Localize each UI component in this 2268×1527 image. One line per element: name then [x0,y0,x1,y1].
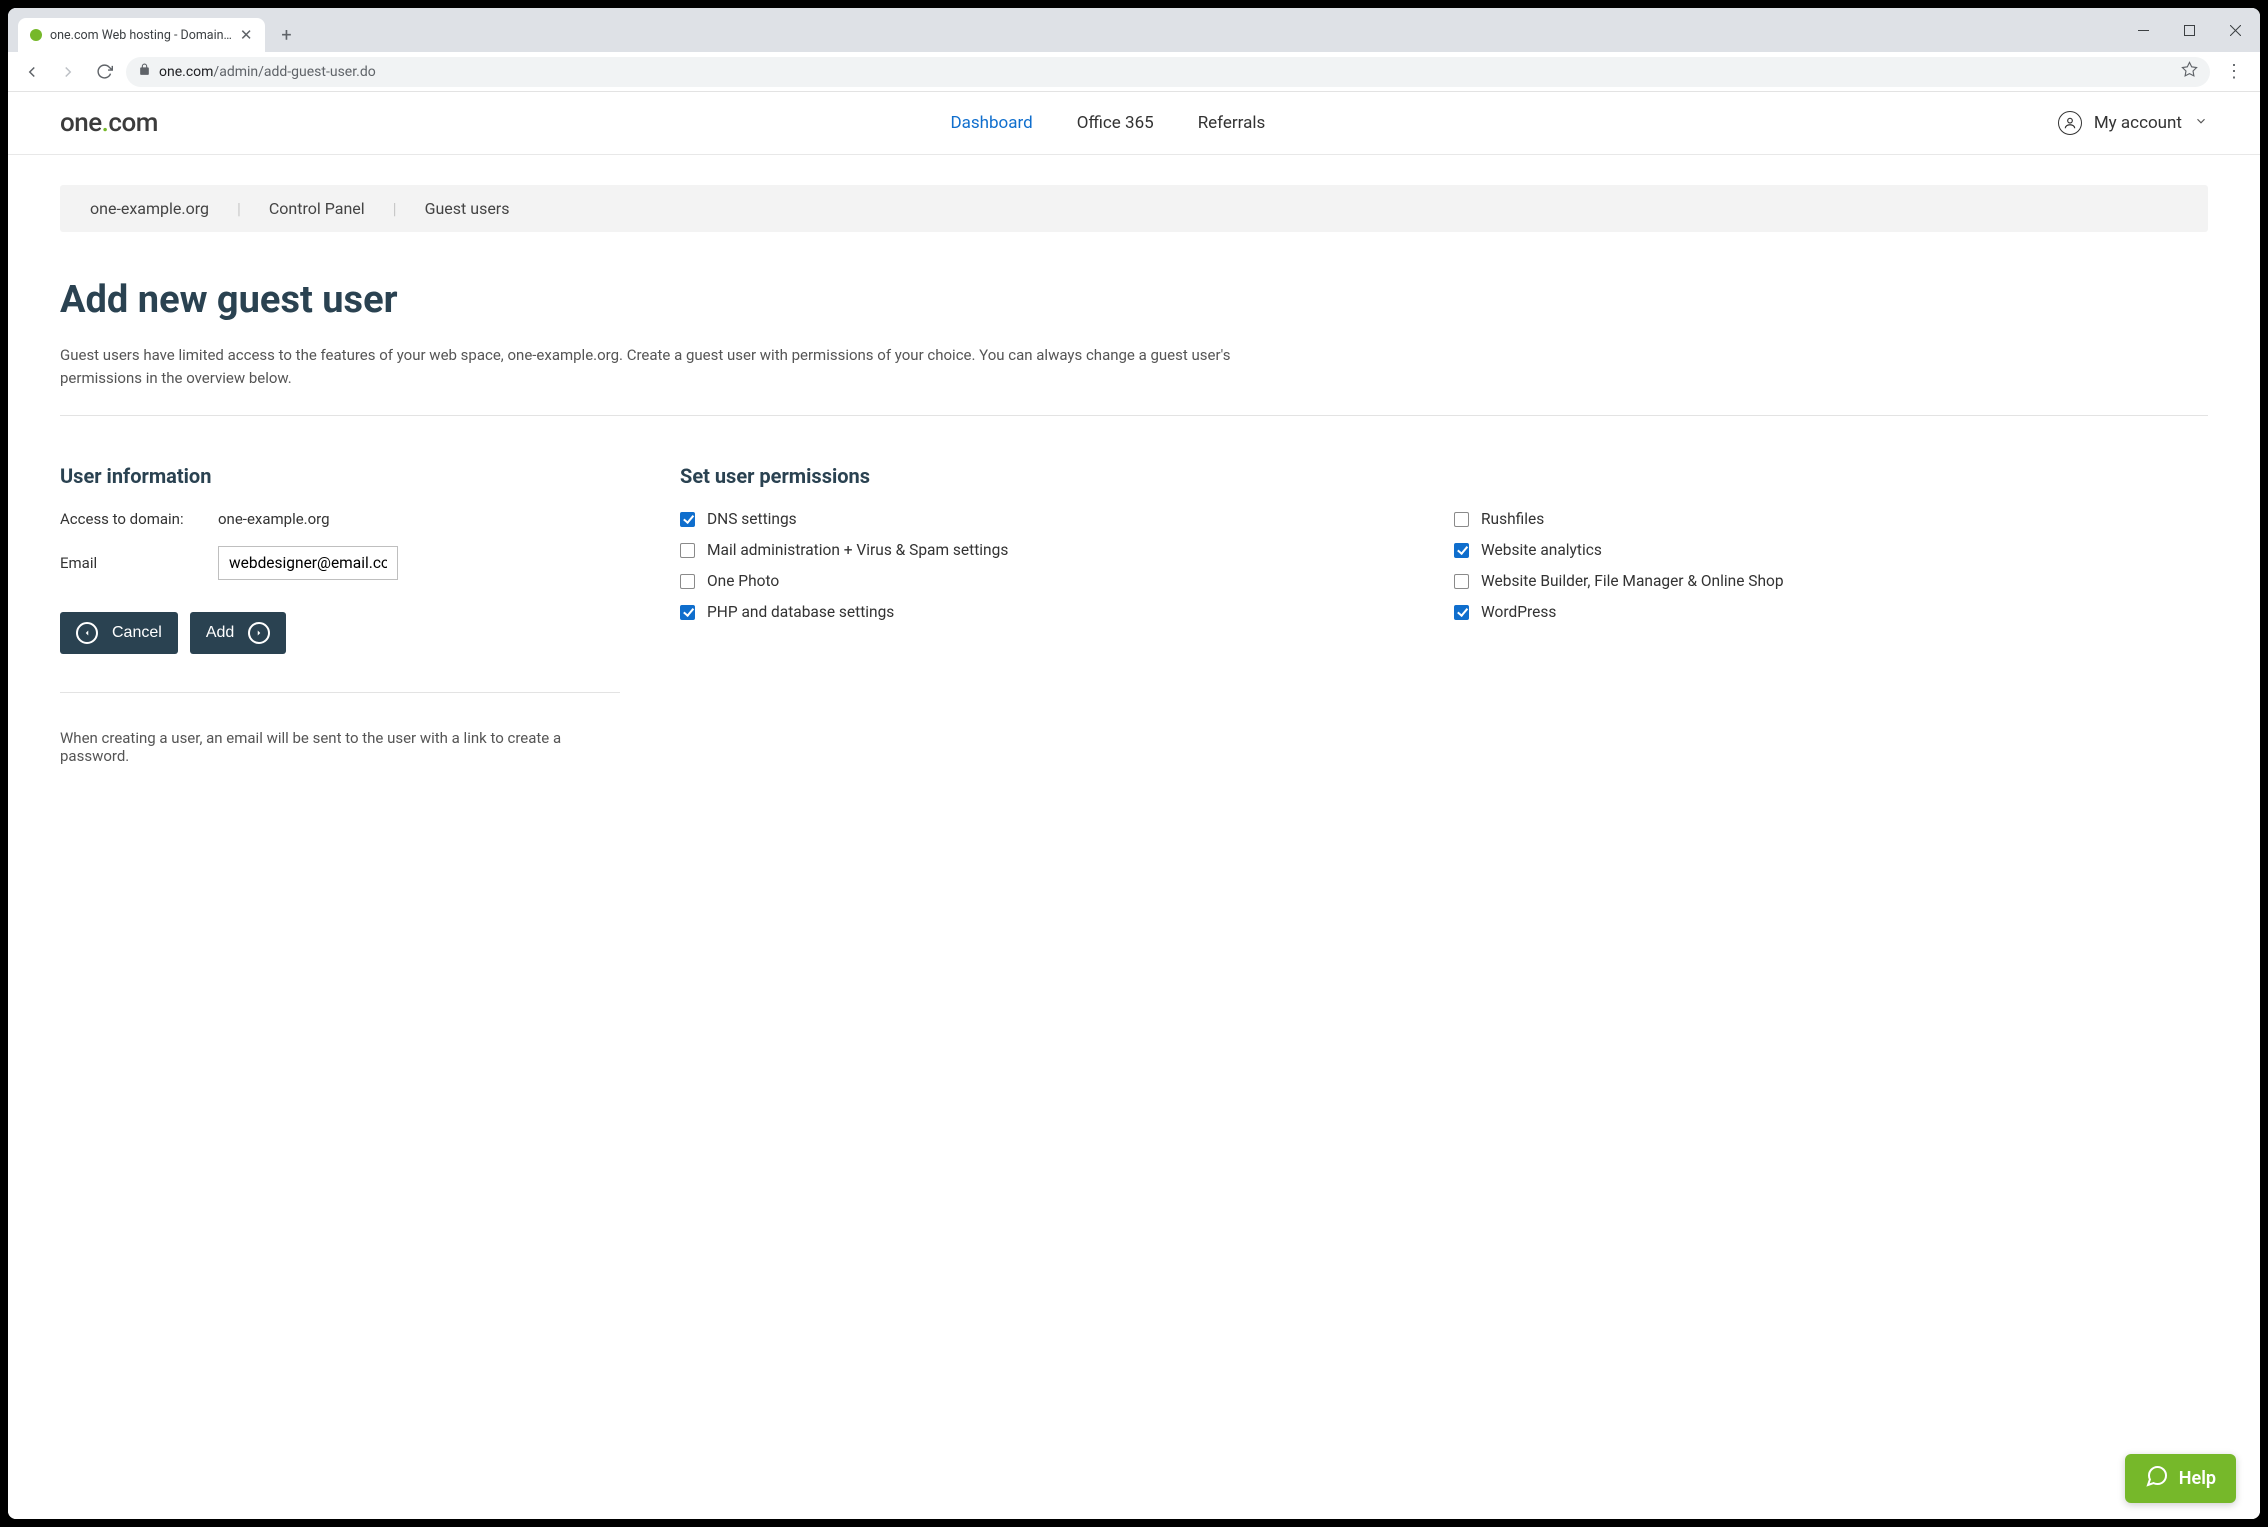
cancel-button[interactable]: Cancel [60,612,178,654]
logo[interactable]: one.com [60,108,158,138]
checkbox[interactable] [1454,543,1469,558]
permission-label: PHP and database settings [707,603,894,621]
user-info-heading: User information [60,464,620,488]
divider [60,692,620,693]
favicon [30,29,42,41]
checkbox[interactable] [680,512,695,527]
checkbox[interactable] [680,574,695,589]
permission-label: Mail administration + Virus & Spam setti… [707,541,1008,559]
breadcrumb-control-panel[interactable]: Control Panel [269,199,365,218]
permission-right-2[interactable]: Website Builder, File Manager & Online S… [1454,572,2208,590]
page-content: one.com Dashboard Office 365 Referrals M… [8,92,2260,1519]
arrow-right-icon [248,622,270,644]
breadcrumb-domain[interactable]: one-example.org [90,199,209,218]
checkbox[interactable] [1454,605,1469,620]
permissions-heading: Set user permissions [680,464,2208,488]
permission-label: Website Builder, File Manager & Online S… [1481,572,1784,590]
permission-left-0[interactable]: DNS settings [680,510,1434,528]
permissions-section: Set user permissions DNS settings Mail ad… [680,464,2208,765]
permission-label: One Photo [707,572,779,590]
add-button[interactable]: Add [190,612,286,654]
close-window-button[interactable] [2212,8,2258,52]
page-title: Add new guest user [60,278,2208,322]
lock-icon [138,63,151,80]
access-domain-value: one-example.org [218,510,330,528]
checkbox[interactable] [1454,512,1469,527]
breadcrumb: one-example.org | Control Panel | Guest … [60,185,2208,232]
browser-menu-icon[interactable]: ⋮ [2218,61,2250,82]
chevron-down-icon [2194,113,2208,133]
nav-referrals[interactable]: Referrals [1198,113,1266,133]
create-user-note: When creating a user, an email will be s… [60,729,620,765]
permission-label: WordPress [1481,603,1556,621]
site-header: one.com Dashboard Office 365 Referrals M… [8,92,2260,155]
permission-right-3[interactable]: WordPress [1454,603,2208,621]
permission-left-2[interactable]: One Photo [680,572,1434,590]
main-nav: Dashboard Office 365 Referrals [158,113,2058,133]
email-label: Email [60,554,218,572]
nav-office365[interactable]: Office 365 [1077,113,1154,133]
permission-right-0[interactable]: Rushfiles [1454,510,2208,528]
address-bar: one.com/admin/add-guest-user.do ⋮ [8,52,2260,92]
chat-icon [2145,1464,2169,1493]
account-menu[interactable]: My account [2058,111,2208,135]
browser-tab[interactable]: one.com Web hosting - Domain… ✕ [18,18,265,52]
forward-button[interactable] [54,58,82,86]
checkbox[interactable] [680,605,695,620]
url-text: one.com/admin/add-guest-user.do [159,64,2173,80]
checkbox[interactable] [680,543,695,558]
close-tab-icon[interactable]: ✕ [240,26,253,44]
url-field[interactable]: one.com/admin/add-guest-user.do [126,57,2210,87]
back-button[interactable] [18,58,46,86]
account-label: My account [2094,113,2182,133]
arrow-left-icon [76,622,98,644]
tab-title: one.com Web hosting - Domain… [50,28,232,43]
breadcrumb-guest-users[interactable]: Guest users [425,199,510,218]
permission-label: Rushfiles [1481,510,1544,528]
main-content: one-example.org | Control Panel | Guest … [8,155,2260,805]
window-controls [2120,8,2258,52]
user-information-section: User information Access to domain: one-e… [60,464,620,765]
divider [60,415,2208,416]
bookmark-star-icon[interactable] [2181,61,2198,82]
email-field[interactable] [218,546,398,580]
nav-dashboard[interactable]: Dashboard [950,113,1032,133]
checkbox[interactable] [1454,574,1469,589]
permission-label: Website analytics [1481,541,1602,559]
help-button[interactable]: Help [2125,1454,2236,1503]
permission-left-3[interactable]: PHP and database settings [680,603,1434,621]
tab-strip: one.com Web hosting - Domain… ✕ + [8,8,2260,52]
browser-window: one.com Web hosting - Domain… ✕ + [8,8,2260,1519]
minimize-button[interactable] [2120,8,2166,52]
permission-label: DNS settings [707,510,797,528]
new-tab-button[interactable]: + [273,21,301,49]
permission-right-1[interactable]: Website analytics [1454,541,2208,559]
access-domain-label: Access to domain: [60,510,218,528]
page-description: Guest users have limited access to the f… [60,344,1260,389]
permission-left-1[interactable]: Mail administration + Virus & Spam setti… [680,541,1434,559]
user-icon [2058,111,2082,135]
maximize-button[interactable] [2166,8,2212,52]
reload-button[interactable] [90,58,118,86]
